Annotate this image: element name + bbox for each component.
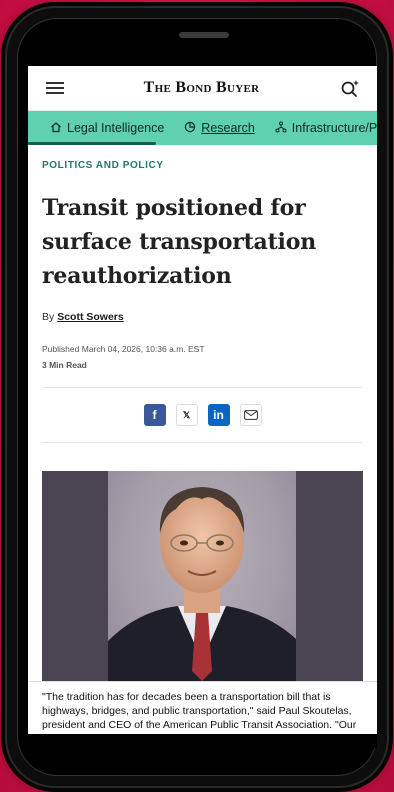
- article-photo[interactable]: [42, 471, 363, 681]
- x-share-button[interactable]: 𝕏: [175, 404, 198, 426]
- facebook-icon: f: [152, 408, 157, 422]
- share-bar: f 𝕏 in: [42, 388, 363, 442]
- phone-screen: The Bond Buyer Legal Intelligence Resear…: [28, 66, 377, 734]
- published-date: Published March 04, 2026, 10:36 a.m. EST: [42, 344, 205, 354]
- phone-bottom-bezel: [28, 734, 377, 748]
- linkedin-share-button[interactable]: in: [207, 404, 230, 426]
- article-meta: Published March 04, 2026, 10:36 a.m. EST…: [42, 341, 363, 373]
- read-time: 3 Min Read: [42, 360, 87, 370]
- section-nav: Legal Intelligence Research Infrastructu…: [28, 111, 377, 145]
- top-bar: The Bond Buyer: [28, 66, 377, 111]
- article-byline: By Scott Sowers: [42, 311, 363, 323]
- nav-label: Infrastructure/P: [291, 121, 377, 135]
- brand-text: The Bond Buyer: [143, 79, 260, 96]
- author-link[interactable]: Scott Sowers: [57, 311, 124, 323]
- photo-caption: "The tradition has for decades been a tr…: [28, 681, 377, 734]
- brand-logo[interactable]: The Bond Buyer: [144, 79, 260, 97]
- chart-icon: [184, 121, 196, 136]
- nav-item-legal-intelligence[interactable]: Legal Intelligence: [28, 111, 174, 145]
- nav-label: Legal Intelligence: [67, 121, 165, 135]
- article-body: POLITICS AND POLICY Transit positioned f…: [28, 160, 377, 681]
- facebook-share-button[interactable]: f: [143, 404, 166, 426]
- divider: [42, 442, 363, 443]
- byline-prefix: By: [42, 311, 55, 323]
- x-icon: 𝕏: [182, 409, 191, 420]
- home-icon: [50, 121, 62, 136]
- phone-speaker: [179, 32, 229, 38]
- article-headline: Transit positioned for surface transport…: [42, 195, 316, 289]
- mail-icon: [243, 410, 258, 420]
- nav-item-infrastructure[interactable]: Infrastructure/P: [265, 111, 377, 145]
- network-icon: [275, 121, 287, 136]
- linkedin-icon: in: [213, 408, 224, 422]
- portrait-image: [108, 471, 296, 681]
- search-icon[interactable]: [339, 77, 361, 99]
- email-share-button[interactable]: [239, 404, 262, 426]
- hamburger-menu-icon[interactable]: [46, 82, 64, 94]
- nav-label: Research: [201, 121, 255, 135]
- article-kicker[interactable]: POLITICS AND POLICY: [42, 160, 363, 171]
- nav-item-research[interactable]: Research: [174, 111, 265, 145]
- nav-active-indicator: [28, 142, 156, 145]
